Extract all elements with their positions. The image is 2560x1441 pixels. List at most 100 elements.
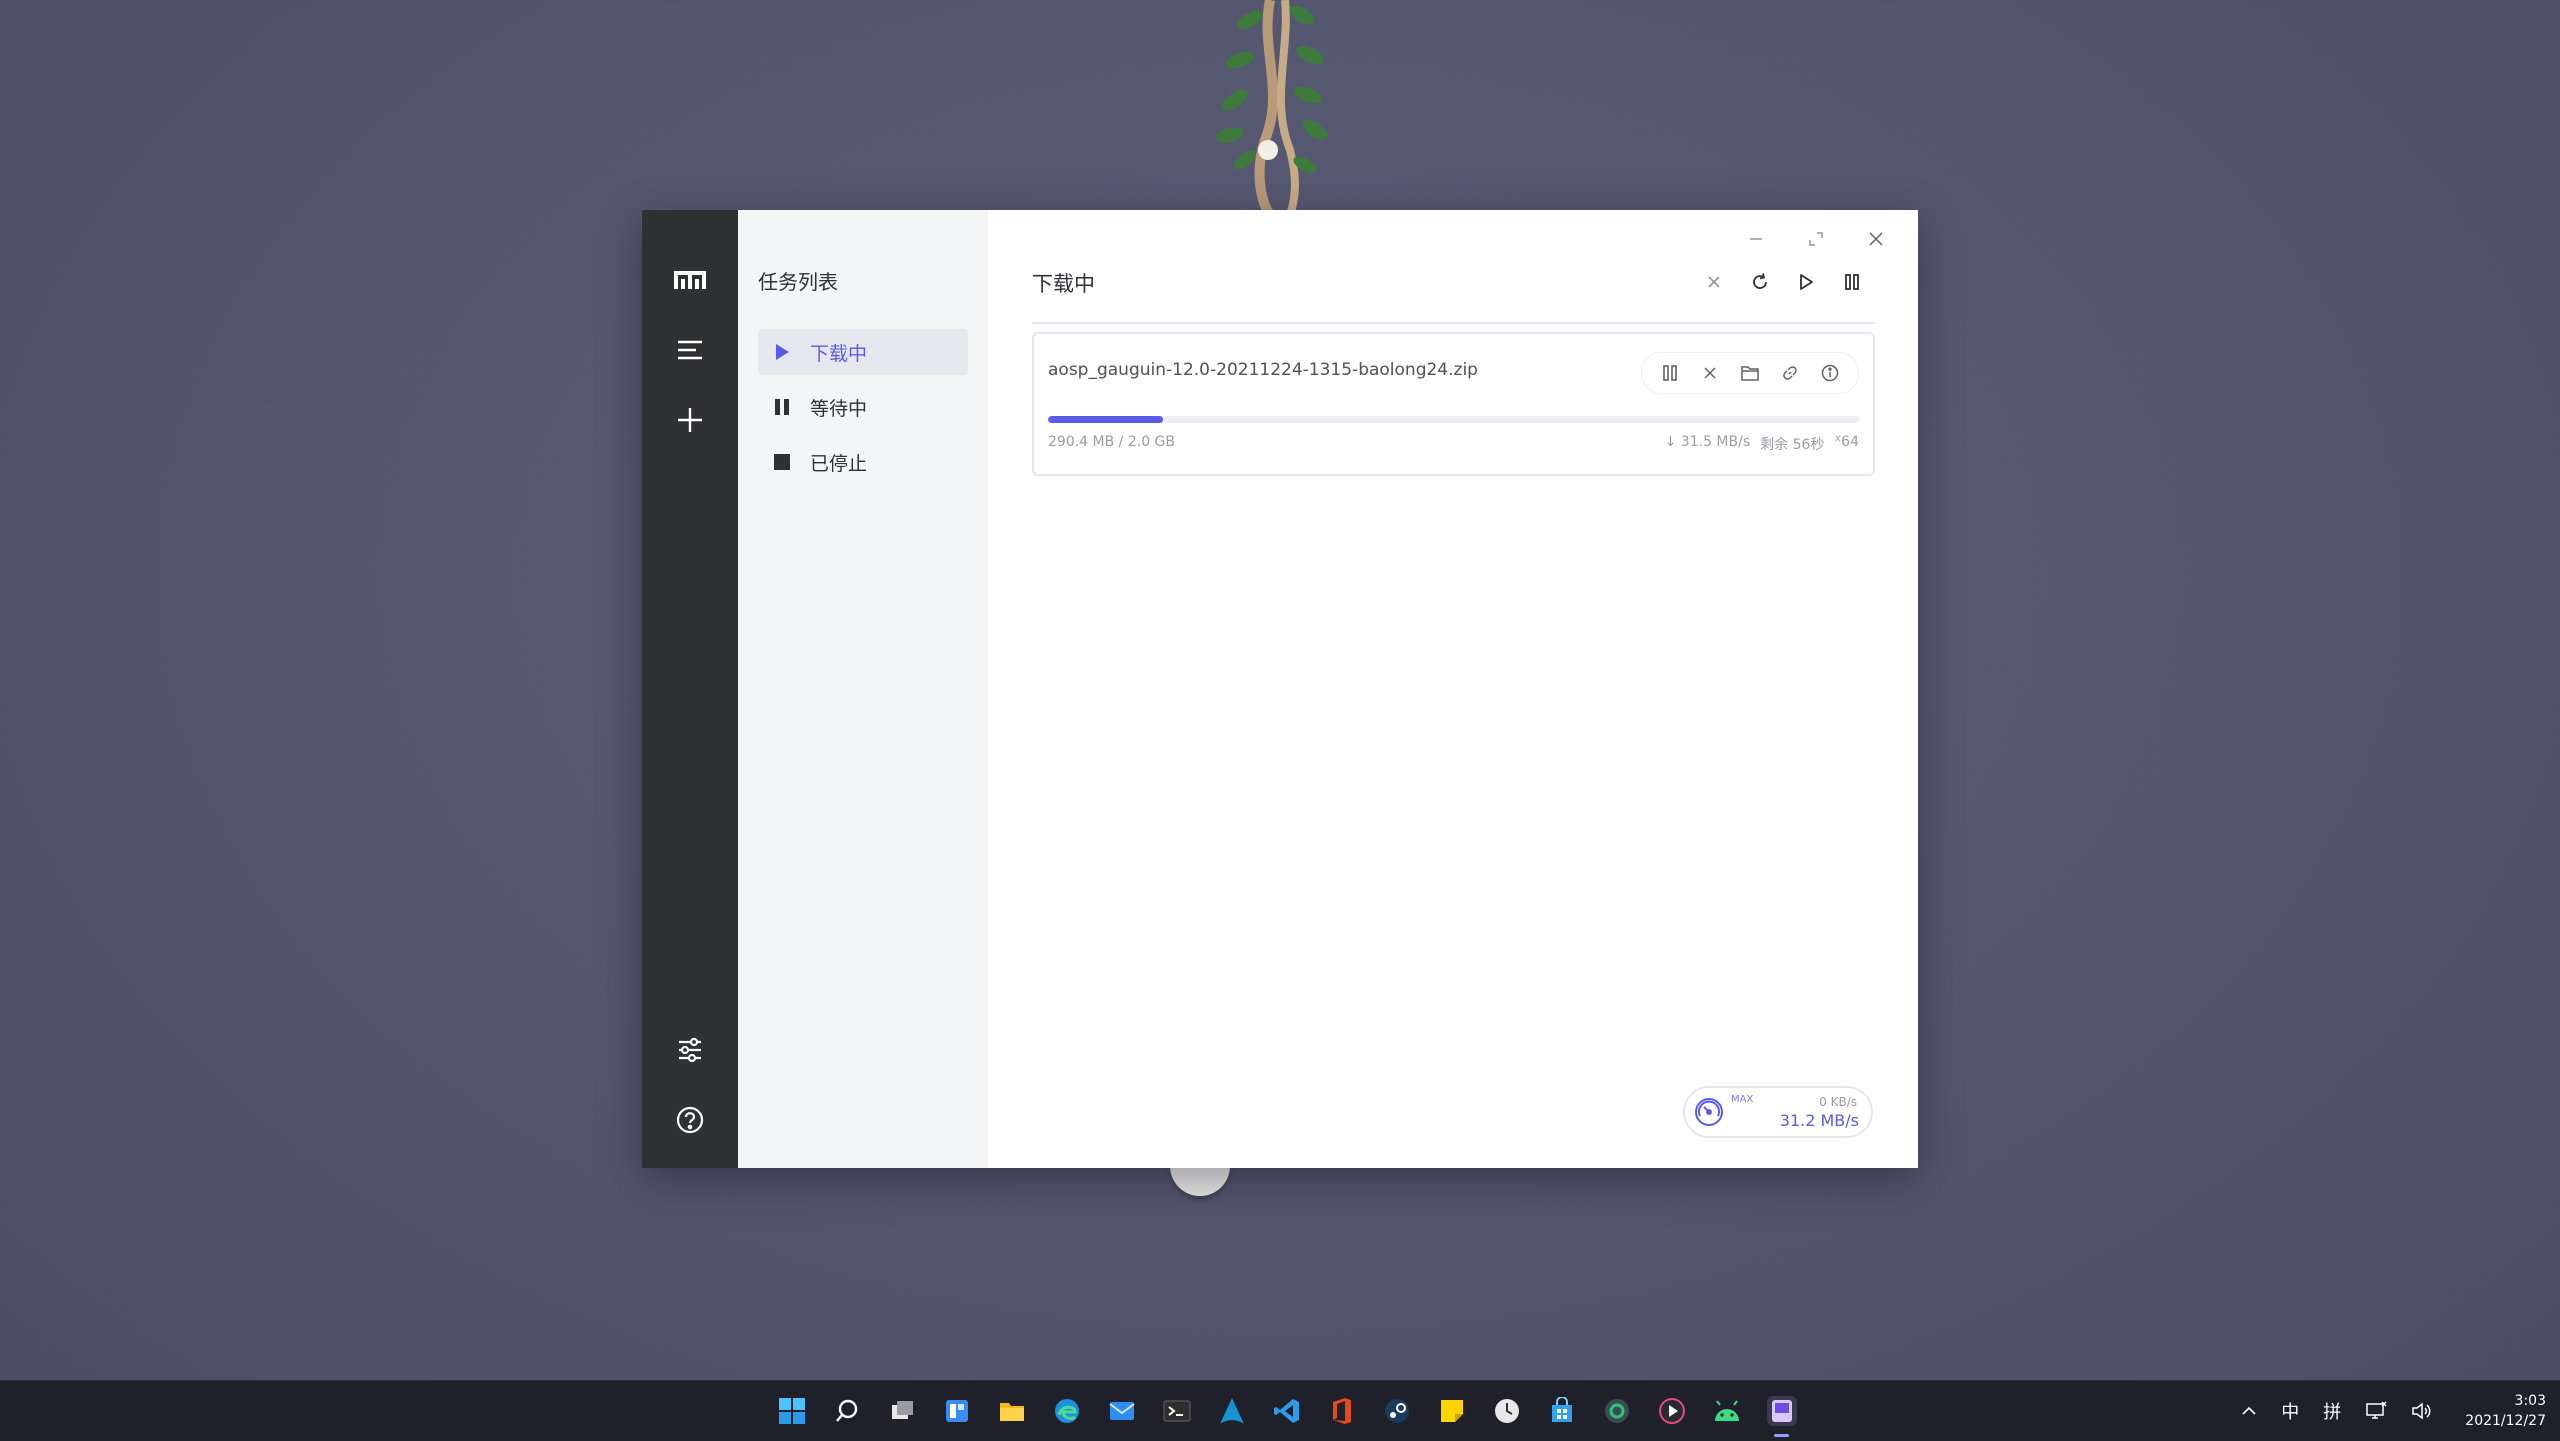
progress-bar: [1048, 416, 1859, 423]
taskbar-terminal[interactable]: [1149, 1381, 1204, 1441]
connections-count: 64: [1841, 434, 1859, 450]
sticky-notes-icon: [1437, 1396, 1467, 1426]
task-speed: ↓ 31.5 MB/s: [1664, 434, 1751, 450]
task-filename: aosp_gauguin-12.0-20211224-1315-baolong2…: [1048, 360, 1478, 380]
header-toolbar: [1691, 264, 1875, 300]
task-delete-button[interactable]: [1690, 356, 1730, 390]
nav-item-waiting[interactable]: 等待中: [758, 384, 968, 430]
wallpaper-plant: [1216, 0, 1328, 215]
office-icon: [1327, 1396, 1357, 1426]
content-header: 下载中: [1032, 264, 1875, 324]
nav-item-label: 已停止: [810, 452, 868, 475]
sidebar-title: 任务列表: [758, 270, 838, 294]
taskbar-edge[interactable]: [1039, 1381, 1094, 1441]
taskbar-motrix[interactable]: [1754, 1381, 1809, 1441]
maximize-button[interactable]: [1786, 218, 1846, 260]
taskbar-qq-music[interactable]: [1589, 1381, 1644, 1441]
window-controls: [1726, 218, 1906, 260]
resume-all-button[interactable]: [1783, 264, 1829, 300]
play-icon: [772, 342, 792, 362]
clock[interactable]: 3:03 2021/12/27: [2465, 1391, 2546, 1431]
search-icon: [832, 1396, 862, 1426]
task-info-button[interactable]: [1810, 356, 1850, 390]
task-link-button[interactable]: [1770, 356, 1810, 390]
taskbar-widgets[interactable]: [929, 1381, 984, 1441]
speed-mode: MAX: [1731, 1094, 1754, 1105]
taskbar-sticky-notes[interactable]: [1424, 1381, 1479, 1441]
task-view-icon: [887, 1396, 917, 1426]
clock-icon: [1492, 1396, 1522, 1426]
main-panel: 下载中 aosp_gauguin-12.0-20211224-1315-baol…: [988, 210, 1918, 1168]
taskbar-media-player[interactable]: [1644, 1381, 1699, 1441]
system-tray: 中 拼 3:03 2021/12/27: [2229, 1381, 2546, 1441]
windows-start-icon: [777, 1396, 807, 1426]
taskbar-start[interactable]: [764, 1381, 819, 1441]
app-rail: [642, 210, 738, 1168]
task-remaining: 剩余 56秒: [1760, 437, 1825, 453]
task-item[interactable]: aosp_gauguin-12.0-20211224-1315-baolong2…: [1032, 332, 1875, 476]
motrix-window: 任务列表 下载中 等待中 已停止 下载中 aosp_gauguin-12.0-2…: [642, 210, 1918, 1168]
stop-icon: [772, 452, 792, 472]
taskbar-arch[interactable]: [1204, 1381, 1259, 1441]
widgets-icon: [942, 1396, 972, 1426]
steam-icon: [1382, 1396, 1412, 1426]
taskbar-android-studio[interactable]: [1699, 1381, 1754, 1441]
task-pause-button[interactable]: [1650, 356, 1690, 390]
taskbar-search[interactable]: [819, 1381, 874, 1441]
task-connections: ᕁ64: [1834, 434, 1859, 454]
clock-date: 2021/12/27: [2465, 1413, 2546, 1429]
taskbar-vscode[interactable]: [1259, 1381, 1314, 1441]
media-player-icon: [1657, 1396, 1687, 1426]
nav-item-label: 下载中: [810, 342, 868, 365]
add-icon[interactable]: [666, 396, 714, 444]
progress-fill: [1048, 416, 1163, 423]
clock-time: 3:03: [2514, 1393, 2546, 1409]
taskbar-task-view[interactable]: [874, 1381, 929, 1441]
task-stats: ↓ 31.5 MB/s 剩余 56秒 ᕁ64: [1665, 434, 1859, 454]
speedometer[interactable]: MAX 0 KB/s 31.2 MB/s: [1683, 1086, 1873, 1138]
minimize-button[interactable]: [1726, 218, 1786, 260]
motrix-logo-icon: [666, 256, 714, 304]
preferences-icon[interactable]: [666, 1026, 714, 1074]
delete-all-button[interactable]: [1691, 264, 1737, 300]
motrix-icon: [1766, 1396, 1797, 1426]
pause-all-button[interactable]: [1829, 264, 1875, 300]
page-title: 下载中: [1032, 272, 1095, 296]
ime-mode[interactable]: 拼: [2323, 1398, 2341, 1424]
taskbar-steam[interactable]: [1369, 1381, 1424, 1441]
volume-icon[interactable]: [2411, 1401, 2433, 1421]
taskbar-clock[interactable]: [1479, 1381, 1534, 1441]
nav-item-stopped[interactable]: 已停止: [758, 439, 968, 485]
download-speed: 31.2 MB/s: [1779, 1111, 1859, 1130]
android-studio-icon: [1712, 1396, 1742, 1426]
store-icon: [1547, 1396, 1577, 1426]
ime-language[interactable]: 中: [2281, 1398, 2299, 1424]
taskbar: 中 拼 3:03 2021/12/27: [0, 1380, 2560, 1441]
task-actions: [1641, 352, 1859, 394]
task-folder-button[interactable]: [1730, 356, 1770, 390]
refresh-button[interactable]: [1737, 264, 1783, 300]
help-icon[interactable]: [666, 1096, 714, 1144]
menu-icon[interactable]: [666, 326, 714, 374]
taskbar-store[interactable]: [1534, 1381, 1589, 1441]
close-window-button[interactable]: [1846, 218, 1906, 260]
file-explorer-icon: [997, 1396, 1027, 1426]
active-indicator: [1774, 1434, 1789, 1437]
terminal-icon: [1162, 1396, 1192, 1426]
task-size: 290.4 MB / 2.0 GB: [1048, 434, 1175, 450]
speedometer-icon: [1695, 1098, 1723, 1126]
chevron-up-icon[interactable]: [2241, 1403, 2257, 1419]
taskbar-file-explorer[interactable]: [984, 1381, 1039, 1441]
taskbar-apps: [764, 1381, 1809, 1441]
nav-item-downloading[interactable]: 下载中: [758, 329, 968, 375]
network-icon[interactable]: [2365, 1401, 2387, 1421]
taskbar-office[interactable]: [1314, 1381, 1369, 1441]
arch-icon: [1217, 1396, 1247, 1426]
edge-icon: [1052, 1396, 1082, 1426]
task-list-sidebar: 任务列表 下载中 等待中 已停止: [738, 210, 988, 1168]
taskbar-mail[interactable]: [1094, 1381, 1149, 1441]
vscode-icon: [1272, 1396, 1302, 1426]
upload-speed: 0 KB/s: [1819, 1095, 1857, 1109]
qq-music-icon: [1602, 1396, 1632, 1426]
mail-icon: [1107, 1396, 1137, 1426]
